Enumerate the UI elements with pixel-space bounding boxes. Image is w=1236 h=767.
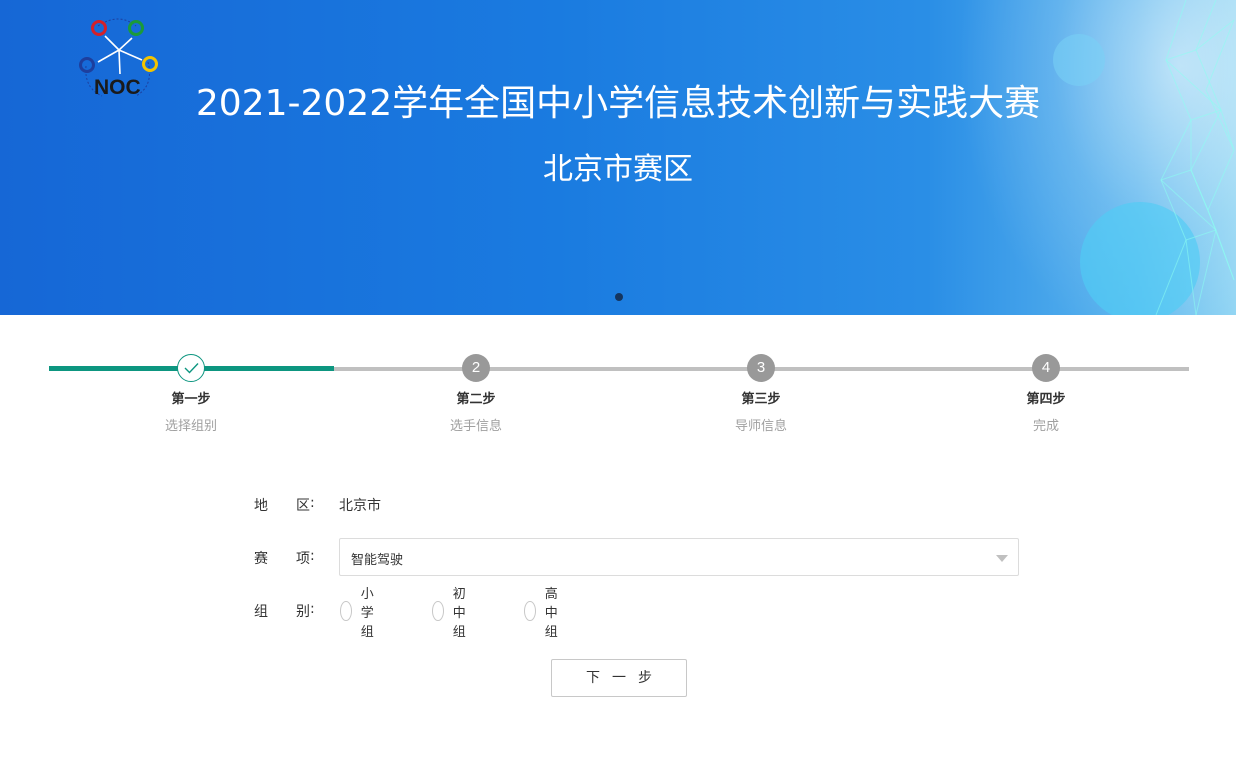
- step-1-check-circle: [177, 354, 205, 382]
- chevron-down-icon[interactable]: [996, 555, 1008, 562]
- step-2: 2 第二步 选手信息: [406, 354, 546, 434]
- step-1: 第一步 选择组别: [121, 354, 261, 434]
- event-select[interactable]: 智能驾驶: [339, 538, 1019, 576]
- region-label-colon: :: [310, 495, 315, 511]
- event-label-colon: :: [310, 548, 315, 564]
- next-step-button[interactable]: 下一步: [551, 659, 687, 697]
- step-desc: 选手信息: [449, 419, 502, 434]
- region-label-char-2: 区: [296, 498, 310, 514]
- radio-circle[interactable]: [432, 601, 444, 621]
- step-title: 第四步: [1026, 392, 1066, 407]
- region-value: 北京市: [339, 498, 381, 514]
- radio-senior-high[interactable]: 高中组: [524, 587, 566, 640]
- step-desc: 导师信息: [734, 419, 787, 434]
- banner: NOC 2021-2022学年全国中小学信息技术创新与实践大赛 北京市赛区: [0, 0, 1236, 315]
- step-title: 第二步: [456, 392, 496, 407]
- step-title: 第一步: [171, 392, 211, 407]
- banner-title: 2021-2022学年全国中小学信息技术创新与实践大赛: [195, 83, 1041, 124]
- step-number: 4: [1032, 354, 1060, 382]
- carousel-indicator-dot[interactable]: [615, 293, 623, 301]
- event-label-char-2: 项: [296, 551, 310, 567]
- event-label-char-1: 赛: [254, 551, 268, 567]
- step-desc: 完成: [1032, 419, 1059, 434]
- radio-label[interactable]: 高中组: [545, 583, 566, 640]
- step-desc: 选择组别: [164, 419, 217, 434]
- group-label-char-1: 组: [254, 604, 268, 620]
- group-label-colon: :: [310, 601, 315, 617]
- radio-primary-school[interactable]: 小学组: [340, 587, 382, 640]
- radio-circle[interactable]: [340, 601, 352, 621]
- group-label-char-2: 别: [296, 604, 310, 620]
- radio-junior-high[interactable]: 初中组: [432, 587, 474, 640]
- radio-label[interactable]: 初中组: [453, 583, 474, 640]
- step-progress: 第一步 选择组别 2 第二步 选手信息 3 第三步 导师信息 4 第四步 完成: [49, 354, 1189, 444]
- radio-label[interactable]: 小学组: [361, 583, 382, 640]
- step-number: 2: [462, 354, 490, 382]
- region-label-char-1: 地: [254, 498, 268, 514]
- event-select-value: 智能驾驶: [351, 553, 404, 568]
- step-number: 3: [747, 354, 775, 382]
- banner-subtitle: 北京市赛区: [543, 152, 693, 187]
- step-4: 4 第四步 完成: [976, 354, 1116, 434]
- check-icon: [184, 363, 199, 374]
- radio-circle[interactable]: [524, 601, 536, 621]
- step-title: 第三步: [741, 392, 781, 407]
- step-3: 3 第三步 导师信息: [691, 354, 831, 434]
